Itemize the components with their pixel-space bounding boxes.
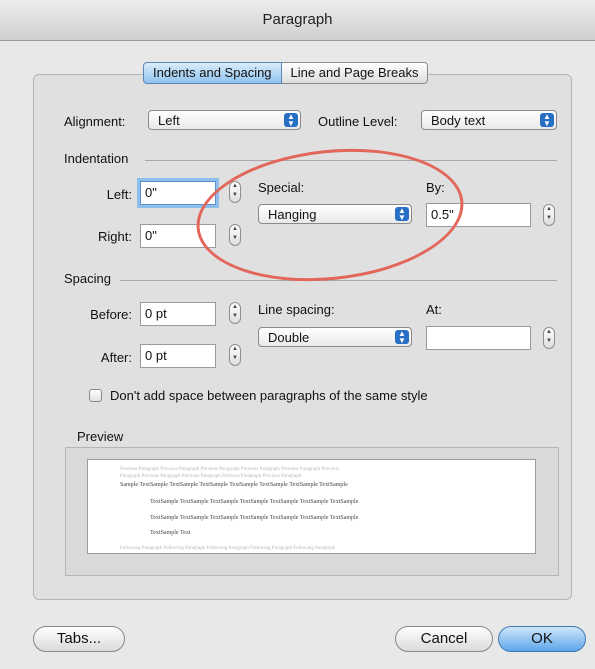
cancel-button[interactable]: Cancel	[395, 626, 493, 652]
alignment-value: Left	[158, 113, 180, 128]
preview-sample-line: Sample TextSample TextSample TextSample …	[120, 482, 348, 488]
updown-arrows-icon: ▲ ▼	[540, 113, 554, 128]
preview-previous-line: Paragraph Previous Paragraph Previous Pa…	[120, 474, 302, 479]
line-spacing-label: Line spacing:	[258, 302, 335, 317]
indentation-section-label: Indentation	[64, 151, 129, 166]
before-label: Before:	[90, 307, 132, 322]
alignment-popup[interactable]: Left ▲ ▼	[148, 110, 301, 130]
by-stepper[interactable]: ▲ ▼	[543, 204, 555, 226]
spacing-section-label: Spacing	[64, 271, 111, 286]
updown-arrows-icon: ▲ ▼	[284, 113, 298, 128]
after-stepper[interactable]: ▲ ▼	[229, 344, 241, 366]
dont-add-space-label: Don't add space between paragraphs of th…	[110, 388, 428, 403]
preview-label: Preview	[77, 429, 124, 444]
preview-area: Previous Paragraph Previous Paragraph Pr…	[87, 459, 536, 554]
line-spacing-popup[interactable]: Double ▲ ▼	[258, 327, 412, 347]
outline-level-label: Outline Level:	[318, 114, 398, 129]
updown-arrows-icon: ▲ ▼	[395, 330, 409, 345]
at-field[interactable]	[426, 326, 531, 350]
at-label: At:	[426, 302, 442, 317]
preview-sample-line: TextSample Text	[150, 530, 191, 536]
dont-add-space-checkbox[interactable]	[89, 389, 102, 402]
ok-button[interactable]: OK	[498, 626, 586, 652]
preview-previous-line: Previous Paragraph Previous Paragraph Pr…	[120, 467, 339, 472]
outline-level-value: Body text	[431, 113, 486, 128]
after-label: After:	[100, 350, 132, 365]
before-field[interactable]: 0 pt	[140, 302, 216, 326]
at-stepper[interactable]: ▲ ▼	[543, 327, 555, 349]
tabs-button[interactable]: Tabs...	[33, 626, 125, 652]
tab-indents-and-spacing[interactable]: Indents and Spacing	[143, 62, 282, 84]
before-stepper[interactable]: ▲ ▼	[229, 302, 241, 324]
right-indent-label: Right:	[98, 229, 132, 244]
line-spacing-value: Double	[268, 330, 310, 345]
tab-bar: Indents and Spacing Line and Page Breaks	[143, 62, 429, 84]
outline-level-popup[interactable]: Body text ▲ ▼	[421, 110, 557, 130]
preview-sample-line: TextSample TextSample TextSample TextSam…	[150, 499, 359, 505]
preview-following-line: Following Paragraph Following Paragraph …	[120, 546, 336, 551]
after-field[interactable]: 0 pt	[140, 344, 216, 368]
tab-line-and-page-breaks[interactable]: Line and Page Breaks	[281, 62, 429, 84]
spacing-divider	[120, 280, 557, 281]
left-indent-label: Left:	[106, 187, 132, 202]
alignment-label: Alignment:	[64, 114, 126, 129]
preview-sample-line: TextSample TextSample TextSample TextSam…	[150, 515, 359, 521]
window-title: Paragraph	[262, 11, 333, 28]
